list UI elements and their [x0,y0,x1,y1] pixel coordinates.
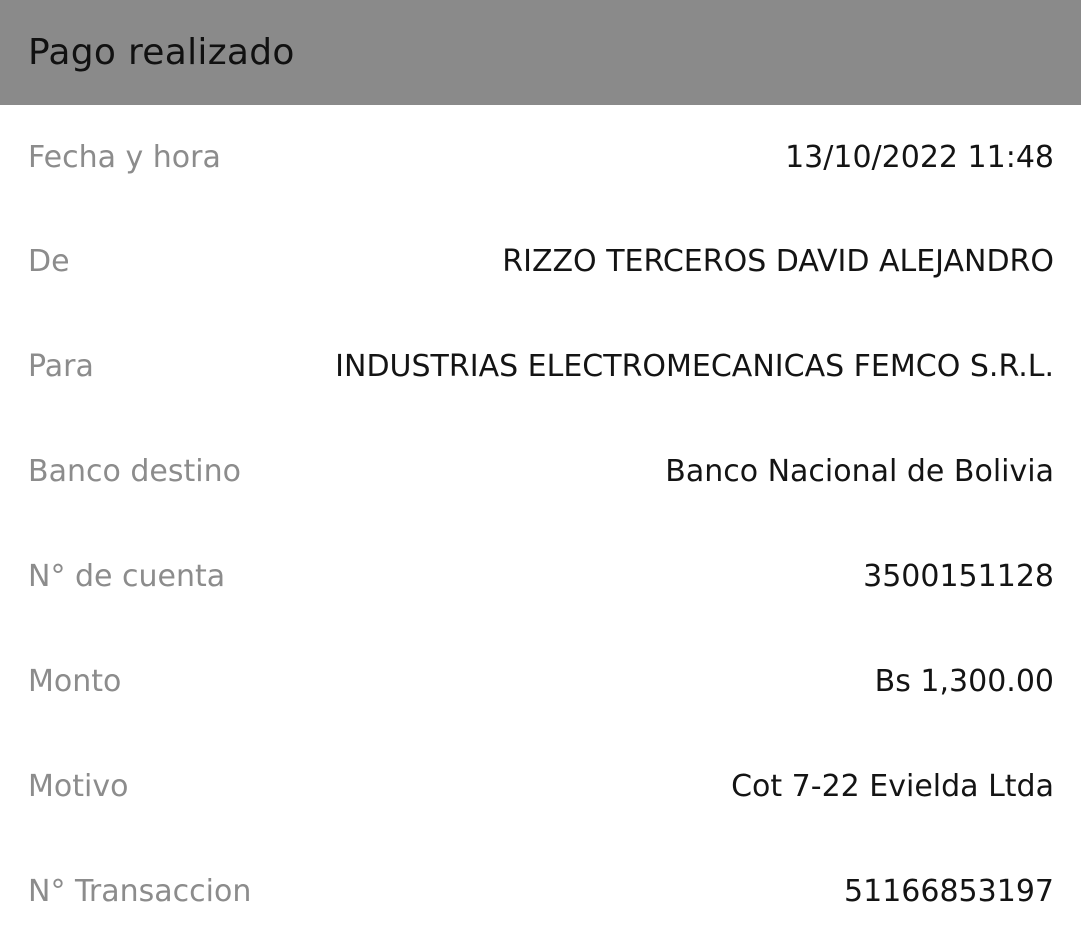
detail-value: 51166853197 [844,874,1054,909]
detail-label: Monto [28,664,122,699]
detail-label: Para [28,349,94,384]
detail-value: 3500151128 [863,559,1054,594]
detail-row-de: De RIZZO TERCEROS DAVID ALEJANDRO [0,209,1081,314]
detail-label: Motivo [28,769,129,804]
payment-details: Fecha y hora 13/10/2022 11:48 De RIZZO T… [0,105,1081,944]
detail-label: N° Transaccion [28,874,252,909]
detail-label: N° de cuenta [28,559,226,594]
detail-row-numero-transaccion: N° Transaccion 51166853197 [0,839,1081,944]
detail-value: Bs 1,300.00 [874,664,1054,699]
detail-value: 13/10/2022 11:48 [785,139,1054,175]
detail-row-para: Para INDUSTRIAS ELECTROMECANICAS FEMCO S… [0,314,1081,419]
detail-row-motivo: Motivo Cot 7-22 Evielda Ltda [0,734,1081,839]
detail-value: Cot 7-22 Evielda Ltda [731,769,1054,804]
detail-label: De [28,244,70,279]
detail-label: Banco destino [28,454,241,489]
header-bar: Pago realizado [0,0,1081,105]
detail-value: Banco Nacional de Bolivia [665,454,1054,489]
detail-value: RIZZO TERCEROS DAVID ALEJANDRO [502,244,1054,279]
detail-row-numero-cuenta: N° de cuenta 3500151128 [0,524,1081,629]
detail-value: INDUSTRIAS ELECTROMECANICAS FEMCO S.R.L. [335,349,1054,384]
page-title: Pago realizado [28,32,295,73]
detail-row-banco-destino: Banco destino Banco Nacional de Bolivia [0,419,1081,524]
detail-row-fecha-hora: Fecha y hora 13/10/2022 11:48 [0,105,1081,209]
detail-row-monto: Monto Bs 1,300.00 [0,629,1081,734]
detail-label: Fecha y hora [28,139,221,175]
